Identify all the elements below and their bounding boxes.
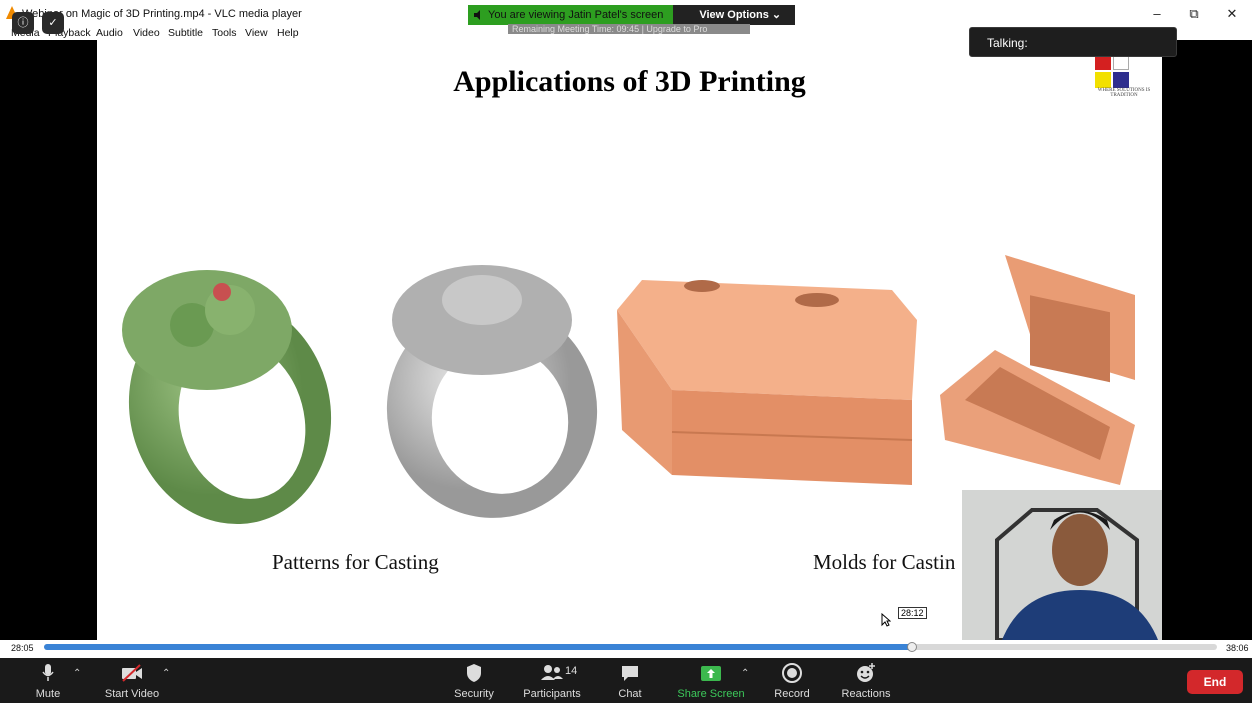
seek-hover-time: 28:12 <box>898 607 927 619</box>
view-options-button[interactable]: View Options ⌄ <box>673 5 796 25</box>
mouse-pointer-icon <box>881 613 891 627</box>
encryption-shield-icon[interactable]: ✓ <box>42 12 64 34</box>
mute-button[interactable]: Mute <box>28 662 68 702</box>
reactions-button[interactable]: Reactions <box>838 662 894 702</box>
security-label: Security <box>454 688 494 700</box>
shield-icon <box>467 664 481 682</box>
caption-molds: Molds for Castin <box>813 550 956 574</box>
video-options-caret-icon[interactable]: ⌃ <box>162 668 170 679</box>
logo-caption: WHERE SOLUTIONS IS TRADITION <box>1097 88 1151 98</box>
start-video-label: Start Video <box>104 688 160 700</box>
share-screen-icon <box>701 666 721 681</box>
share-screen-button[interactable]: Share Screen <box>676 662 746 702</box>
record-icon <box>782 663 802 683</box>
participants-count: 14 <box>565 665 578 677</box>
meeting-info-icon[interactable]: ⓘ <box>12 12 34 34</box>
security-button[interactable]: Security <box>450 662 498 702</box>
seek-progress <box>44 644 913 650</box>
seek-handle[interactable] <box>907 642 918 652</box>
company-logo: WHERE SOLUTIONS IS TRADITION <box>1089 54 1159 98</box>
talking-indicator: Talking: <box>969 27 1177 57</box>
menu-view[interactable]: View <box>245 27 268 39</box>
remaining-meeting-time: Remaining Meeting Time: 09:45 | Upgrade … <box>508 24 750 34</box>
menu-subtitle[interactable]: Subtitle <box>168 27 203 39</box>
presenter-avatar <box>962 490 1162 640</box>
viewing-screen-label: You are viewing Jatin Patel's screen <box>468 5 674 25</box>
record-label: Record <box>774 688 810 700</box>
participants-label: Participants <box>523 688 581 700</box>
menu-audio[interactable]: Audio <box>96 27 123 39</box>
record-button[interactable]: Record <box>770 662 814 702</box>
silver-ring-casting-image <box>386 265 598 518</box>
viewing-screen-text: You are viewing Jatin Patel's screen <box>488 9 664 21</box>
slide-title: Applications of 3D Printing <box>453 65 806 98</box>
green-ring-pattern-image <box>122 270 332 525</box>
smiley-plus-icon <box>857 663 875 682</box>
menu-video[interactable]: Video <box>133 27 160 39</box>
menu-help[interactable]: Help <box>277 27 299 39</box>
open-mold-halves-image <box>940 255 1135 485</box>
chat-label: Chat <box>618 688 642 700</box>
seek-track[interactable] <box>44 642 1217 652</box>
microphone-icon <box>42 664 54 681</box>
screen-share-banner: You are viewing Jatin Patel's screen Vie… <box>468 5 796 25</box>
elapsed-time: 28:05 <box>11 643 34 653</box>
start-video-button[interactable]: Start Video <box>100 662 164 702</box>
menu-tools[interactable]: Tools <box>212 27 237 39</box>
total-time: 38:06 <box>1226 643 1249 653</box>
close-button[interactable]: ✕ <box>1213 4 1251 24</box>
share-screen-label: Share Screen <box>677 688 745 700</box>
minimize-button[interactable]: – <box>1138 4 1176 24</box>
caption-patterns: Patterns for Casting <box>272 550 439 574</box>
casting-mold-block-image <box>617 280 917 485</box>
share-options-caret-icon[interactable]: ⌃ <box>741 668 749 679</box>
chat-bubble-icon <box>622 666 638 681</box>
restore-button[interactable]: ⧉ <box>1175 4 1213 24</box>
audio-options-caret-icon[interactable]: ⌃ <box>73 668 81 679</box>
mute-label: Mute <box>35 688 61 700</box>
zoom-toolbar: Mute ⌃ Start Video ⌃ Security Participan… <box>0 658 1252 703</box>
video-off-icon <box>122 664 142 682</box>
chat-button[interactable]: Chat <box>612 662 648 702</box>
presenter-webcam-video[interactable] <box>962 490 1162 640</box>
participants-icon <box>541 665 563 680</box>
vlc-seek-bar: 28:05 38:06 <box>0 640 1252 658</box>
viewing-screen-icon <box>474 10 480 20</box>
reactions-label: Reactions <box>841 688 891 700</box>
end-meeting-button[interactable]: End <box>1187 670 1243 694</box>
